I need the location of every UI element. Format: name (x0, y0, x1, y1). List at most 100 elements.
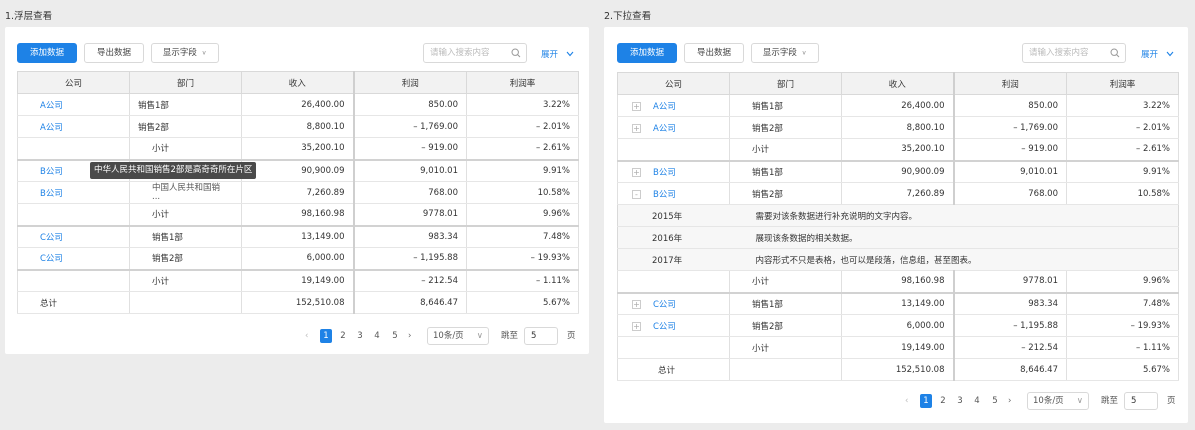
page-size-select[interactable]: 10条/页 ∨ (1027, 392, 1089, 410)
profit-cell: 9778.01 (352, 203, 467, 226)
next-page-icon[interactable]: › (408, 329, 411, 343)
profit-rate-cell: 5.67% (1066, 358, 1179, 381)
jump-page-input[interactable]: 5 (524, 327, 558, 345)
company-link[interactable]: A公司 (653, 124, 676, 134)
show-fields-button[interactable]: 显示字段 ∨ (751, 43, 819, 63)
department-cell: 销售1部 (729, 94, 842, 117)
profit-rate-cell: – 19.93% (466, 247, 579, 270)
company-link[interactable]: B公司 (17, 181, 130, 204)
company-cell: + B公司 (617, 159, 730, 183)
subtotal-label: 小计 (129, 268, 242, 292)
show-fields-button[interactable]: 显示字段 ∨ (151, 43, 219, 63)
company-link[interactable]: A公司 (653, 102, 676, 112)
income-cell: 7,260.89 (841, 182, 954, 205)
search-icon[interactable] (1110, 48, 1120, 61)
table-row: A公司 销售2部 8,800.10 – 1,769.00 – 2.01% (17, 115, 579, 138)
total-row: 总计 152,510.08 8,646.47 5.67% (617, 358, 1179, 381)
company-link[interactable]: B公司 (653, 190, 676, 200)
page-size-select[interactable]: 10条/页 ∨ (427, 327, 489, 345)
table-header-row: 公司 部门 收入 利润 利润率 (17, 71, 579, 94)
page-4[interactable]: 4 (371, 329, 383, 343)
expand-row-icon[interactable]: + (632, 167, 641, 177)
column-header-company[interactable]: 公司 (617, 72, 730, 95)
expand-toggle[interactable]: 展开 (1141, 48, 1174, 60)
profit-rate-cell: 9.91% (466, 158, 579, 182)
department-cell: 销售2部 (729, 182, 842, 205)
column-header-department[interactable]: 部门 (729, 72, 842, 95)
table-row: A公司 销售1部 26,400.00 850.00 3.22% (17, 93, 579, 116)
income-cell: 152,510.08 (241, 291, 354, 314)
detail-text: 展现该条数据的相关数据。 (729, 226, 1179, 249)
page-2[interactable]: 2 (337, 329, 349, 343)
pagination-overlay: ‹ 1 2 3 4 5 › 10条/页 ∨ 跳至 5 页 (305, 327, 580, 345)
department-cell: 销售2部 (729, 314, 842, 337)
profit-cell: 850.00 (352, 93, 467, 116)
company-cell (17, 268, 130, 292)
subtotal-row: 小计 35,200.10 – 919.00 – 2.61% (17, 137, 579, 160)
income-cell: 90,900.09 (841, 159, 954, 183)
page-5[interactable]: 5 (989, 394, 1001, 408)
profit-rate-cell: 7.48% (1066, 291, 1179, 315)
chevron-down-icon: ∨ (801, 49, 807, 57)
department-cell-truncated[interactable]: 中国人民共和国销... (129, 181, 242, 204)
column-header-income[interactable]: 收入 (841, 72, 954, 95)
expand-row-icon[interactable]: + (632, 299, 641, 309)
chevron-down-icon (566, 50, 574, 60)
expand-row-icon[interactable]: + (632, 321, 641, 331)
company-link[interactable]: C公司 (653, 300, 676, 310)
prev-page-icon[interactable]: ‹ (905, 394, 908, 408)
income-cell: 152,510.08 (841, 358, 954, 381)
company-link[interactable]: B公司 (653, 168, 676, 178)
expand-row-icon[interactable]: + (632, 123, 641, 133)
section-title-dropdown: 2.下拉查看 (604, 11, 652, 22)
company-link[interactable]: A公司 (17, 93, 130, 116)
export-data-button[interactable]: 导出数据 (684, 43, 744, 63)
company-link[interactable]: C公司 (17, 224, 130, 248)
column-header-department[interactable]: 部门 (129, 71, 242, 94)
company-link[interactable]: C公司 (17, 247, 130, 270)
income-cell: 13,149.00 (241, 224, 354, 248)
profit-rate-cell: 10.58% (1066, 182, 1179, 205)
jump-page-input[interactable]: 5 (1124, 392, 1158, 410)
page-5[interactable]: 5 (389, 329, 401, 343)
company-link[interactable]: C公司 (653, 322, 676, 332)
expand-toggle[interactable]: 展开 (541, 48, 574, 60)
expand-row-icon[interactable]: + (632, 101, 641, 111)
next-page-icon[interactable]: › (1008, 394, 1011, 408)
column-header-company[interactable]: 公司 (17, 71, 130, 94)
profit-rate-cell: 3.22% (466, 93, 579, 116)
column-header-profit[interactable]: 利润 (952, 72, 1067, 95)
page-1[interactable]: 1 (320, 329, 332, 343)
detail-row: 2015年 需要对该条数据进行补充说明的文字内容。 (617, 204, 1179, 227)
prev-page-icon[interactable]: ‹ (305, 329, 308, 343)
show-fields-label: 显示字段 (162, 48, 197, 58)
income-cell: 19,149.00 (241, 268, 354, 292)
department-cell: 销售1部 (129, 224, 242, 248)
search-field[interactable] (1022, 43, 1126, 63)
search-field[interactable] (423, 43, 527, 63)
chevron-down-icon (1166, 50, 1174, 60)
page-3[interactable]: 3 (354, 329, 366, 343)
subtotal-label: 小计 (729, 138, 842, 161)
page-4[interactable]: 4 (971, 394, 983, 408)
column-header-profit-rate[interactable]: 利润率 (1066, 72, 1179, 95)
export-data-button[interactable]: 导出数据 (84, 43, 144, 63)
subtotal-label: 小计 (729, 336, 842, 359)
collapse-row-icon[interactable]: - (632, 189, 641, 199)
page-2[interactable]: 2 (937, 394, 949, 408)
company-link[interactable]: A公司 (17, 115, 130, 138)
page-1[interactable]: 1 (920, 394, 932, 408)
add-data-button[interactable]: 添加数据 (17, 43, 77, 63)
column-header-profit[interactable]: 利润 (352, 71, 467, 94)
page-3[interactable]: 3 (954, 394, 966, 408)
table-row: - B公司 销售2部 7,260.89 768.00 10.58% (617, 182, 1179, 205)
income-cell: 35,200.10 (841, 138, 954, 161)
expand-label: 展开 (1141, 50, 1159, 60)
search-icon[interactable] (511, 48, 521, 61)
profit-rate-cell: 9.91% (1066, 159, 1179, 183)
column-header-income[interactable]: 收入 (241, 71, 354, 94)
add-data-button[interactable]: 添加数据 (617, 43, 677, 63)
subtotal-row: 小计 35,200.10 – 919.00 – 2.61% (617, 138, 1179, 161)
column-header-profit-rate[interactable]: 利润率 (466, 71, 579, 94)
company-cell: + C公司 (617, 291, 730, 315)
